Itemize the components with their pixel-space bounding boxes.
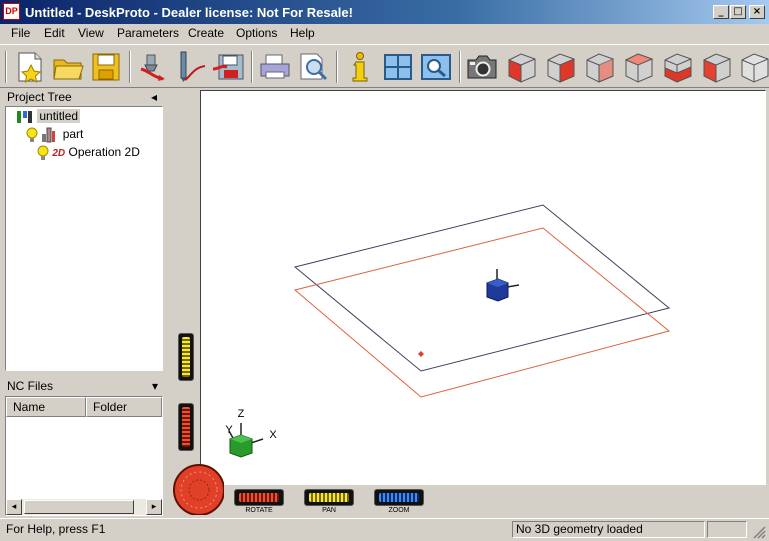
resize-grip-icon[interactable] (752, 525, 766, 539)
zoom-label: ZOOM (388, 507, 410, 514)
rotate-vertical-dial[interactable] (178, 403, 194, 451)
view-right-icon[interactable] (622, 50, 656, 84)
pan-vertical-dial[interactable] (178, 333, 194, 381)
menu-parameters[interactable]: Parameters (117, 26, 179, 40)
tree-label-operation: Operation 2D (68, 145, 140, 160)
column-header-name[interactable]: Name (6, 397, 86, 417)
print-preview-icon[interactable] (296, 50, 330, 84)
menu-edit[interactable]: Edit (44, 26, 65, 40)
tree-label-untitled: untitled (37, 109, 81, 124)
origin-cube-icon (486, 269, 520, 302)
title-bar[interactable]: DP Untitled - DeskProto - Dealer license… (0, 0, 769, 24)
toolbar-separator (336, 51, 338, 83)
rotate-wheel-dial[interactable] (172, 463, 224, 515)
info-icon[interactable] (343, 50, 377, 84)
toolbar-grip (5, 51, 7, 83)
menu-options[interactable]: Options (236, 26, 277, 40)
view-bottom-icon[interactable] (700, 50, 734, 84)
menu-file[interactable]: File (11, 26, 30, 40)
menu-view[interactable]: View (78, 26, 104, 40)
dropdown-arrow-icon[interactable]: ▾ (152, 378, 158, 395)
z-axis-label: Z (238, 408, 245, 420)
tree-label-part: part (62, 127, 84, 142)
toolbar (0, 44, 769, 88)
axis-triad-icon (228, 423, 264, 458)
app-icon[interactable]: DP (3, 3, 20, 20)
toolbar-separator (251, 51, 253, 83)
tree-item-part[interactable]: part (26, 127, 83, 143)
scroll-left-button[interactable]: ◂ (6, 499, 22, 515)
view-left-icon[interactable] (583, 50, 617, 84)
status-help-text: For Help, press F1 (6, 522, 106, 536)
project-icon (17, 111, 32, 123)
pan-label: PAN (322, 507, 336, 514)
view-front-icon[interactable] (505, 50, 539, 84)
close-button[interactable]: × (749, 5, 765, 19)
nc-files-title: NC Files (7, 379, 54, 393)
lightbulb-icon[interactable] (37, 145, 49, 161)
save-nc-icon[interactable] (211, 50, 245, 84)
project-tree-header: Project Tree ◂ (5, 89, 163, 106)
toolpath-icon[interactable] (173, 50, 207, 84)
tree-item-project[interactable]: untitled (16, 109, 81, 125)
rotate-label: ROTATE (245, 507, 273, 514)
window-title: Untitled - DeskProto - Dealer license: N… (25, 5, 353, 20)
zoom-dial[interactable] (374, 489, 424, 506)
project-tree[interactable]: untitled part 2D Operation 2D (5, 106, 163, 371)
viewport-canvas[interactable]: Z X Y (201, 91, 765, 484)
nc-files-header[interactable]: NC Files ▾ (5, 378, 163, 395)
save-icon[interactable] (89, 50, 123, 84)
status-pane-empty (707, 521, 747, 538)
pan-dial[interactable] (304, 489, 354, 506)
layout-icon[interactable] (381, 50, 415, 84)
project-tree-title: Project Tree (7, 90, 72, 104)
operation-2d-icon: 2D (52, 148, 66, 160)
new-icon[interactable] (13, 50, 47, 84)
origin-marker (418, 351, 424, 357)
scroll-right-button[interactable]: ▸ (146, 499, 162, 515)
wizard-icon[interactable] (135, 50, 169, 84)
menu-create[interactable]: Create (188, 26, 224, 40)
part-icon (42, 127, 56, 143)
column-header-folder[interactable]: Folder (86, 397, 162, 417)
lightbulb-icon[interactable] (26, 127, 38, 143)
camera-icon[interactable] (465, 50, 499, 84)
menu-bar: File Edit View Parameters Create Options… (0, 24, 769, 43)
toolbar-separator (459, 51, 461, 83)
collapse-arrow-icon[interactable]: ◂ (151, 89, 157, 106)
maximize-button[interactable]: □ (730, 5, 746, 19)
view-top-icon[interactable] (661, 50, 695, 84)
y-axis-label: Y (225, 424, 233, 436)
menu-help[interactable]: Help (290, 26, 315, 40)
tree-item-operation[interactable]: 2D Operation 2D (37, 145, 140, 161)
view-iso-icon[interactable] (738, 50, 769, 84)
zoom-window-icon[interactable] (419, 50, 453, 84)
minimize-button[interactable]: _ (713, 5, 729, 19)
3d-viewport[interactable]: Z X Y (200, 90, 766, 485)
view-back-icon[interactable] (544, 50, 578, 84)
toolbar-separator (129, 51, 131, 83)
x-axis-label: X (269, 429, 277, 441)
rotate-dial[interactable] (234, 489, 284, 506)
scroll-thumb[interactable] (24, 500, 134, 514)
horizontal-scrollbar[interactable]: ◂ ▸ (6, 499, 162, 515)
status-bar: For Help, press F1 No 3D geometry loaded (0, 518, 769, 541)
print-icon[interactable] (258, 50, 292, 84)
open-folder-icon[interactable] (51, 50, 85, 84)
status-geometry: No 3D geometry loaded (512, 521, 705, 538)
nc-files-list[interactable]: Name Folder ◂ ▸ (5, 396, 163, 516)
